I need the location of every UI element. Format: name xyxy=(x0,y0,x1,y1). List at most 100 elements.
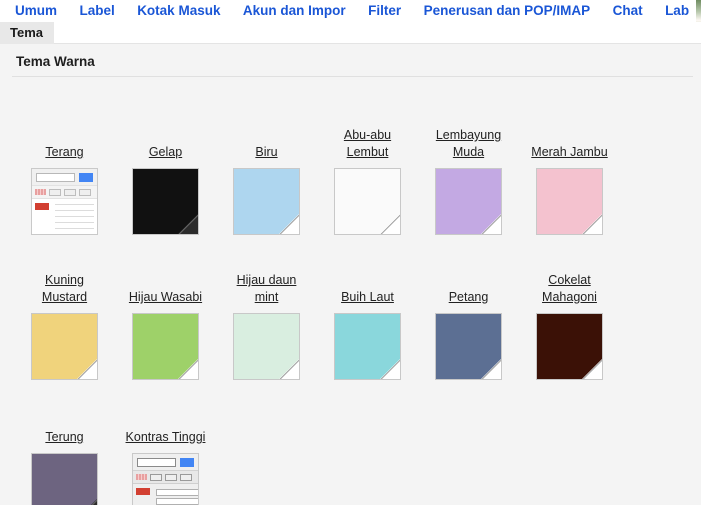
theme-item-cokelat-mahagoni[interactable]: Cokelat Mahagoni xyxy=(519,272,620,381)
theme-grid: Terang Gelap Biru Abu-abu Lembut Lembayu… xyxy=(0,77,701,505)
tab-chat[interactable]: Chat xyxy=(604,0,652,22)
theme-item-merah-jambu[interactable]: Merah Jambu xyxy=(519,144,620,236)
mini-body xyxy=(32,199,97,234)
mini-chip xyxy=(49,188,61,196)
mini-list-row xyxy=(55,228,94,229)
mini-search-box xyxy=(137,457,176,467)
mini-list xyxy=(55,199,97,234)
mini-toolbar xyxy=(133,454,198,471)
theme-row: Kuning Mustard Hijau Wasabi Hijau daun m… xyxy=(14,236,701,381)
theme-label[interactable]: Petang xyxy=(449,289,489,306)
theme-preview-wrap xyxy=(536,168,603,236)
theme-label[interactable]: Terang xyxy=(45,144,83,161)
theme-label[interactable]: Gelap xyxy=(149,144,182,161)
tab-kotak-masuk[interactable]: Kotak Masuk xyxy=(128,0,229,22)
theme-label[interactable]: Kuning Mustard xyxy=(22,272,108,306)
mini-sidebar xyxy=(133,484,156,505)
mini-sidebar xyxy=(32,199,55,234)
theme-label[interactable]: Terung xyxy=(45,429,83,446)
mini-search-box xyxy=(36,172,75,182)
mini-list xyxy=(156,484,198,505)
theme-swatch[interactable] xyxy=(132,313,199,380)
theme-swatch[interactable] xyxy=(31,453,98,505)
theme-label[interactable]: Biru xyxy=(255,144,277,161)
mini-chip xyxy=(150,473,162,481)
theme-preview-wrap xyxy=(334,313,401,381)
tab-akun-dan-impor[interactable]: Akun dan Impor xyxy=(234,0,355,22)
theme-label[interactable]: Hijau daun mint xyxy=(224,272,310,306)
theme-item-buih-laut[interactable]: Buih Laut xyxy=(317,289,418,381)
theme-swatch[interactable] xyxy=(536,313,603,380)
theme-preview-wrap xyxy=(536,313,603,381)
mini-chip xyxy=(180,473,192,481)
theme-label[interactable]: Abu-abu Lembut xyxy=(325,127,411,161)
theme-preview-wrap xyxy=(435,313,502,381)
theme-swatch[interactable] xyxy=(435,313,502,380)
mini-chip xyxy=(165,473,177,481)
theme-row: Terung Kontras Tinggi xyxy=(14,381,701,505)
theme-item-biru[interactable]: Biru xyxy=(216,144,317,236)
theme-item-gelap[interactable]: Gelap xyxy=(115,144,216,236)
mini-compose-button xyxy=(136,488,150,495)
theme-swatch[interactable] xyxy=(31,313,98,380)
theme-label[interactable]: Cokelat Mahagoni xyxy=(527,272,613,306)
theme-preview-wrap xyxy=(334,168,401,236)
mini-list-row xyxy=(55,222,94,223)
mini-list-row xyxy=(55,210,94,211)
tab-lab[interactable]: Lab xyxy=(656,0,698,22)
mini-search-button xyxy=(79,172,93,182)
mini-chip xyxy=(79,188,91,196)
section-title: Tema Warna xyxy=(16,54,95,69)
theme-swatch[interactable] xyxy=(233,168,300,235)
theme-item-lembayung-muda[interactable]: Lembayung Muda xyxy=(418,127,519,236)
theme-swatch[interactable] xyxy=(536,168,603,235)
theme-item-hijau-daun-mint[interactable]: Hijau daun mint xyxy=(216,272,317,381)
theme-item-terung[interactable]: Terung xyxy=(14,429,115,505)
theme-item-terang[interactable]: Terang xyxy=(14,144,115,236)
theme-preview-wrap xyxy=(435,168,502,236)
theme-swatch[interactable] xyxy=(334,313,401,380)
theme-preview-wrap xyxy=(233,168,300,236)
theme-row: Terang Gelap Biru Abu-abu Lembut Lembayu… xyxy=(14,91,701,236)
theme-preview-wrap xyxy=(132,453,199,505)
theme-label[interactable]: Hijau Wasabi xyxy=(129,289,202,306)
theme-preview-wrap xyxy=(132,313,199,381)
tab-filter[interactable]: Filter xyxy=(359,0,410,22)
theme-swatch[interactable] xyxy=(435,168,502,235)
theme-label[interactable]: Buih Laut xyxy=(341,289,394,306)
theme-item-kuning-mustard[interactable]: Kuning Mustard xyxy=(14,272,115,381)
theme-preview-wrap xyxy=(132,168,199,236)
theme-item-abu-abu-lembut[interactable]: Abu-abu Lembut xyxy=(317,127,418,236)
theme-swatch[interactable] xyxy=(132,168,199,235)
mini-logo-icon xyxy=(35,189,46,195)
mini-actionbar xyxy=(133,471,198,484)
mini-chip xyxy=(64,188,76,196)
tab-penerusan-pop-imap[interactable]: Penerusan dan POP/IMAP xyxy=(415,0,600,22)
tab-umum[interactable]: Umum xyxy=(6,0,66,22)
mini-list-row xyxy=(156,498,198,505)
settings-tab-bar: Umum Label Kotak Masuk Akun dan Impor Fi… xyxy=(0,0,701,34)
mini-list-row xyxy=(55,216,94,217)
theme-swatch[interactable] xyxy=(233,313,300,380)
theme-preview-mini-highcontrast[interactable] xyxy=(132,453,199,505)
mini-compose-button xyxy=(35,203,49,210)
mini-actionbar xyxy=(32,186,97,199)
theme-preview-wrap xyxy=(233,313,300,381)
theme-swatch[interactable] xyxy=(334,168,401,235)
mini-logo-icon xyxy=(136,474,147,480)
theme-label[interactable]: Merah Jambu xyxy=(531,144,607,161)
mini-body xyxy=(133,484,198,505)
tab-label[interactable]: Label xyxy=(70,0,123,22)
mini-list-row xyxy=(156,489,198,496)
mini-toolbar xyxy=(32,169,97,186)
theme-preview-mini-light[interactable] xyxy=(31,168,98,235)
tab-tema[interactable]: Tema xyxy=(0,22,54,44)
mini-list-row xyxy=(55,204,94,205)
theme-item-kontras-tinggi[interactable]: Kontras Tinggi xyxy=(115,429,216,505)
theme-item-hijau-wasabi[interactable]: Hijau Wasabi xyxy=(115,289,216,381)
theme-panel: Tema Warna Terang Gelap Biru Abu-abu Lem… xyxy=(0,44,701,505)
theme-item-petang[interactable]: Petang xyxy=(418,289,519,381)
theme-label[interactable]: Lembayung Muda xyxy=(426,127,512,161)
sub-tab-bar: Tema xyxy=(0,22,701,44)
theme-label[interactable]: Kontras Tinggi xyxy=(126,429,206,446)
